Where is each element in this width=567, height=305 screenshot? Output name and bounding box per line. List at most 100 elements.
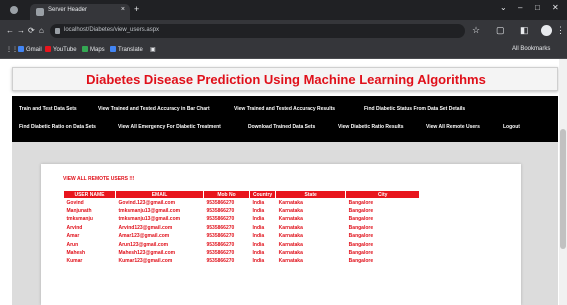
column-header: State bbox=[275, 190, 347, 199]
bookmark-star-icon[interactable]: ☆ bbox=[472, 25, 480, 36]
bookmark-translate[interactable]: Translate bbox=[110, 46, 143, 53]
tab-search-icon[interactable] bbox=[10, 6, 18, 14]
table-cell: Arun bbox=[66, 241, 79, 248]
back-icon[interactable]: ← bbox=[6, 26, 14, 35]
table-cell: Karnataka bbox=[278, 250, 303, 257]
table-cell: India bbox=[252, 224, 265, 231]
table-cell: Bangalore bbox=[348, 241, 374, 248]
column-header: Country bbox=[248, 190, 277, 199]
table-cell: Karnataka bbox=[278, 258, 303, 265]
bookmark-label: YouTube bbox=[53, 47, 77, 53]
page-scrollbar[interactable] bbox=[559, 59, 567, 305]
table-cell: Bangalore bbox=[348, 250, 374, 257]
table-cell: Govind bbox=[66, 199, 84, 206]
menu-ratio-results[interactable]: View Diabetic Ratio Results bbox=[338, 124, 403, 130]
menu-train-test[interactable]: Train and Test Data Sets bbox=[19, 106, 77, 112]
table-cell: Bangalore bbox=[348, 216, 374, 223]
tab-search-dropdown-icon[interactable]: ⌄ bbox=[500, 3, 507, 12]
page-header: Diabetes Disease Prediction Using Machin… bbox=[12, 67, 558, 91]
minimize-button[interactable]: – bbox=[518, 3, 522, 12]
tab-close-icon[interactable]: × bbox=[121, 6, 125, 13]
table-row: Arun Arun123@gmail.com 9535866270 India Karn… bbox=[64, 240, 420, 248]
page-title: Diabetes Disease Prediction Using Machin… bbox=[86, 72, 486, 87]
table-cell: Kumar123@gmail.com bbox=[118, 258, 173, 265]
table-cell: India bbox=[252, 233, 265, 240]
table-cell: India bbox=[252, 250, 265, 257]
table-cell: Karnataka bbox=[278, 241, 303, 248]
apps-icon[interactable]: ⋮⋮ bbox=[6, 46, 18, 53]
table-cell: India bbox=[252, 216, 265, 223]
content-area: VIEW ALL REMOTE USERS !!! USER NAME EMAI… bbox=[12, 142, 558, 305]
browser-nav-bar: ← → ⟳ ⌂ localhost/Diabetes/view_users.as… bbox=[0, 20, 567, 42]
table-cell: Kumar bbox=[66, 258, 83, 265]
gmail-icon bbox=[18, 46, 24, 52]
close-window-button[interactable]: ✕ bbox=[552, 3, 559, 12]
table-cell: Manjunath bbox=[66, 208, 92, 215]
table-cell: 9535866270 bbox=[206, 258, 235, 265]
table-row: Amar Amar123@gmail.com 9535866270 India Karn… bbox=[64, 232, 420, 240]
table-cell: Arvind bbox=[66, 224, 83, 231]
section-title: VIEW ALL REMOTE USERS !!! bbox=[63, 176, 135, 182]
table-cell: 9535866270 bbox=[206, 208, 235, 215]
table-cell: Karnataka bbox=[278, 208, 303, 215]
table-cell: Arvind123@gmail.com bbox=[118, 224, 173, 231]
table-cell: 9535866270 bbox=[206, 216, 235, 223]
table-cell: Bangalore bbox=[348, 233, 374, 240]
favicon-icon bbox=[36, 8, 44, 16]
table-row: Manjunath tmksmanju13@gmail.com 9535866270… bbox=[64, 207, 420, 215]
table-cell: Bangalore bbox=[348, 208, 374, 215]
column-header: USER NAME bbox=[63, 190, 116, 199]
table-cell: Karnataka bbox=[278, 216, 303, 223]
main-menu: Train and Test Data Sets View Trained an… bbox=[12, 96, 558, 142]
bookmark-folder-icon[interactable]: ▣ bbox=[150, 46, 156, 53]
new-tab-button[interactable]: + bbox=[134, 4, 139, 14]
bookmark-label: Maps bbox=[90, 47, 105, 53]
users-table: USER NAME EMAIL Mob No Country State Cit… bbox=[63, 190, 421, 266]
forward-icon[interactable]: → bbox=[17, 26, 25, 35]
table-cell: Arun123@gmail.com bbox=[118, 241, 169, 248]
table-row: Kumar Kumar123@gmail.com 9535866270 India Ka… bbox=[64, 257, 420, 265]
menu-logout[interactable]: Logout bbox=[503, 124, 520, 130]
menu-download[interactable]: Download Trained Data Sets bbox=[248, 124, 315, 130]
table-cell: Bangalore bbox=[348, 224, 374, 231]
home-icon[interactable]: ⌂ bbox=[39, 26, 44, 35]
youtube-icon bbox=[45, 46, 51, 52]
lock-icon bbox=[55, 28, 60, 34]
column-header: EMAIL bbox=[115, 190, 204, 199]
table-cell: India bbox=[252, 258, 265, 265]
table-cell: 9535866270 bbox=[206, 233, 235, 240]
reading-list-icon[interactable]: ◧ bbox=[520, 25, 529, 36]
browser-tab-bar: Server Header × + ⌄ – □ ✕ bbox=[0, 0, 567, 20]
scrollbar-thumb[interactable] bbox=[560, 129, 566, 249]
table-cell: tmksmanju13@gmail.com bbox=[118, 216, 181, 223]
bookmark-youtube[interactable]: YouTube bbox=[45, 46, 77, 53]
menu-remote-users[interactable]: View All Remote Users bbox=[426, 124, 480, 130]
browser-tab[interactable]: Server Header × bbox=[30, 4, 130, 20]
table-header-row: USER NAME EMAIL Mob No Country State Cit… bbox=[63, 190, 421, 199]
menu-accuracy-results[interactable]: View Trained and Tested Accuracy Results bbox=[234, 106, 335, 112]
maximize-button[interactable]: □ bbox=[535, 3, 540, 12]
table-row: Mahesh Mahesh123@gmail.com 9535866270 India… bbox=[64, 249, 420, 257]
table-cell: Mahesh123@gmail.com bbox=[118, 250, 176, 257]
url-text: localhost/Diabetes/view_users.aspx bbox=[64, 27, 160, 33]
menu-diabetic-ratio[interactable]: Find Diabetic Ratio on Data Sets bbox=[19, 124, 96, 130]
table-cell: Amar123@gmail.com bbox=[118, 233, 170, 240]
translate-icon bbox=[110, 46, 116, 52]
table-cell: tmksmanju bbox=[66, 216, 93, 223]
menu-dots-icon[interactable]: ⋮ bbox=[556, 25, 565, 36]
table-cell: Amar bbox=[66, 233, 80, 240]
menu-emergency[interactable]: View All Emergency For Diabetic Treatmen… bbox=[118, 124, 221, 130]
all-bookmarks[interactable]: All Bookmarks bbox=[512, 46, 550, 52]
page-content: Diabetes Disease Prediction Using Machin… bbox=[0, 59, 567, 305]
table-cell: Karnataka bbox=[278, 224, 303, 231]
table-row: Arvind Arvind123@gmail.com 9535866270 India… bbox=[64, 224, 420, 232]
menu-bar-chart[interactable]: View Trained and Tested Accuracy in Bar … bbox=[98, 106, 210, 112]
bookmark-maps[interactable]: Maps bbox=[82, 46, 105, 53]
avatar[interactable] bbox=[541, 25, 552, 36]
menu-find-status[interactable]: Find Diabetic Status From Data Set Detai… bbox=[364, 106, 465, 112]
table-cell: 9535866270 bbox=[206, 250, 235, 257]
extensions-icon[interactable]: ▢ bbox=[496, 25, 505, 36]
address-bar[interactable]: localhost/Diabetes/view_users.aspx bbox=[50, 24, 465, 38]
reload-icon[interactable]: ⟳ bbox=[28, 26, 35, 35]
bookmark-gmail[interactable]: Gmail bbox=[18, 46, 42, 53]
